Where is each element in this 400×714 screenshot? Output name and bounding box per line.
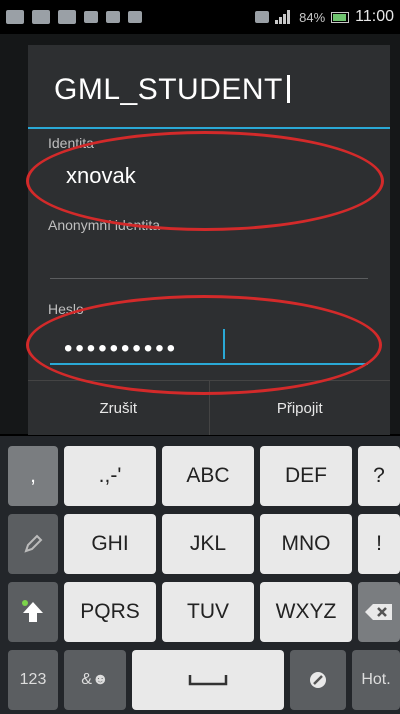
key-mno[interactable]: MNO [260,514,352,574]
shift-icon[interactable] [8,582,58,642]
dialog-buttons: Zrušit Připojit [28,380,390,435]
password-label: Heslo [48,301,84,317]
key-tuv[interactable]: TUV [162,582,254,642]
title-divider [28,127,390,129]
key-comma[interactable]: , [8,446,58,506]
anon-identity-field[interactable] [50,278,368,279]
usb-icon [84,11,98,23]
key-wxyz[interactable]: WXYZ [260,582,352,642]
key-hot[interactable]: Hot. [352,650,400,710]
clock: 11:00 [355,8,394,25]
wifi-login-dialog: GML_STUDENT Identita xnovak Anonymní ide… [26,45,390,435]
status-bar: 84% 11:00 [0,0,400,34]
notification-icons [6,10,142,24]
wifi-icon [255,11,270,23]
battery-percent: 84% [299,9,326,25]
title-cursor [286,75,290,103]
key-abc[interactable]: ABC [162,446,254,506]
image-icon [6,10,24,24]
dialog-title: GML_STUDENT [54,73,290,107]
key-123[interactable]: 123 [8,650,58,710]
connect-button[interactable]: Připojit [208,381,391,435]
mail-icon [58,10,76,24]
sd-icon [106,11,120,23]
identity-label: Identita [48,135,94,151]
keyboard: , .,-' ABC DEF ? GHI JKL MNO ! PQRS TUV … [0,436,400,714]
mail-icon [32,10,50,24]
password-field[interactable]: •••••••••• [64,335,178,363]
signal-icon [275,10,293,24]
key-ghi[interactable]: GHI [64,514,156,574]
key-def[interactable]: DEF [260,446,352,506]
cancel-button[interactable]: Zrušit [28,381,209,435]
key-punct[interactable]: .,-' [64,446,156,506]
identity-field[interactable]: xnovak [66,163,136,189]
key-jkl[interactable]: JKL [162,514,254,574]
key-emoji[interactable]: &☻ [64,650,126,710]
space-icon[interactable] [132,650,284,710]
backspace-icon[interactable] [358,582,400,642]
battery-icon [331,11,350,23]
anon-identity-label: Anonymní identita [48,217,161,233]
key-exclaim[interactable]: ! [358,514,400,574]
text-cursor [223,329,225,359]
password-underline [50,363,368,365]
key-question[interactable]: ? [358,446,400,506]
pencil-icon[interactable] [8,514,58,574]
alarm-icon [128,11,142,23]
settings-icon[interactable] [290,650,346,710]
key-pqrs[interactable]: PQRS [64,582,156,642]
